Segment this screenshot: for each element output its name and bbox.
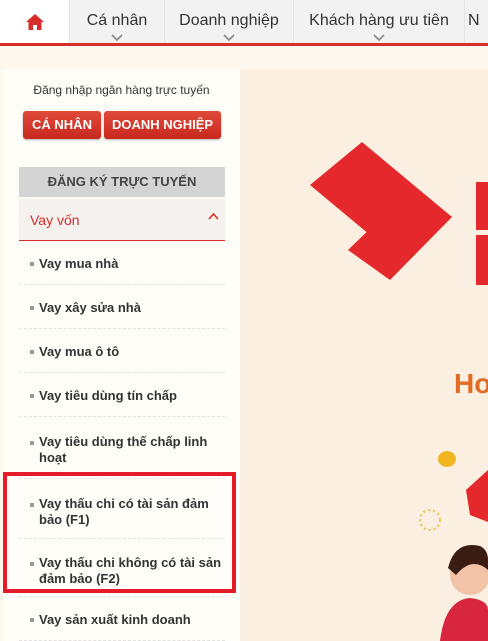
- menu-item-business-loan[interactable]: Vay sản xuất kinh doanh: [19, 597, 225, 641]
- nav-personal-label: Cá nhân: [86, 12, 148, 29]
- logo-letter-fragment-bottom: [476, 235, 488, 285]
- chevron-down-icon: [223, 34, 235, 41]
- promo-banner[interactable]: Ho: [240, 70, 488, 641]
- menu-item-house-build-loan[interactable]: Vay xây sửa nhà: [19, 285, 225, 329]
- nav-priority-customers[interactable]: Khách hàng ưu tiên: [294, 0, 465, 43]
- chevron-down-icon: [111, 34, 123, 41]
- promo-artwork: [310, 142, 488, 641]
- menu-item-label: Vay mua nhà: [39, 256, 119, 271]
- logo-letter-fragment-top: [476, 182, 488, 230]
- online-registration-header: ĐĂNG KÝ TRỰC TUYẾN: [19, 167, 225, 197]
- nav-business-label: Doanh nghiệp: [179, 12, 279, 29]
- home-icon: [25, 13, 44, 30]
- nav-personal[interactable]: Cá nhân: [70, 0, 165, 43]
- menu-item-label: Vay xây sửa nhà: [39, 300, 141, 315]
- promo-word: Ho: [454, 368, 488, 399]
- loan-category-label: Vay vốn: [30, 212, 80, 228]
- bullet-icon: [30, 394, 34, 398]
- home-button[interactable]: [0, 0, 70, 43]
- woman-shirt: [440, 598, 488, 641]
- bullet-icon: [30, 262, 34, 266]
- gold-coin: [438, 451, 456, 467]
- chevron-up-icon: [208, 213, 219, 220]
- online-banking-login-title: Đăng nhập ngân hàng trực tuyến: [33, 83, 210, 97]
- menu-item-home-loan[interactable]: Vay mua nhà: [19, 241, 225, 285]
- bullet-icon: [30, 618, 34, 622]
- loan-category-toggle[interactable]: Vay vốn: [19, 199, 225, 241]
- firework-decoration: [419, 509, 441, 531]
- nav-next-label: N: [468, 12, 480, 29]
- nav-priority-label: Khách hàng ưu tiên: [309, 12, 449, 29]
- red-envelope: [466, 470, 488, 522]
- login-business-button[interactable]: DOANH NGHIỆP: [104, 111, 221, 139]
- highlight-box: [3, 472, 236, 593]
- menu-item-label: Vay tiêu dùng thế chấp linh hoạt: [39, 434, 208, 465]
- menu-item-label: Vay tiêu dùng tín chấp: [39, 388, 177, 403]
- menu-item-label: Vay sản xuất kinh doanh: [39, 612, 191, 627]
- nav-business[interactable]: Doanh nghiệp: [165, 0, 294, 43]
- login-personal-button[interactable]: CÁ NHÂN: [23, 111, 101, 139]
- nav-next-item[interactable]: N: [465, 0, 488, 43]
- bullet-icon: [30, 306, 34, 310]
- menu-item-car-loan[interactable]: Vay mua ô tô: [19, 329, 225, 373]
- chevron-down-icon: [373, 34, 385, 41]
- bullet-icon: [30, 441, 34, 445]
- menu-item-unsecured-consumer-loan[interactable]: Vay tiêu dùng tín chấp: [19, 373, 225, 417]
- menu-item-flexible-mortgage-loan[interactable]: Vay tiêu dùng thế chấp linh hoạt: [19, 417, 225, 479]
- menu-item-label: Vay mua ô tô: [39, 344, 120, 359]
- top-nav: Cá nhân Doanh nghiệp Khách hàng ưu tiên …: [0, 0, 488, 46]
- bullet-icon: [30, 350, 34, 354]
